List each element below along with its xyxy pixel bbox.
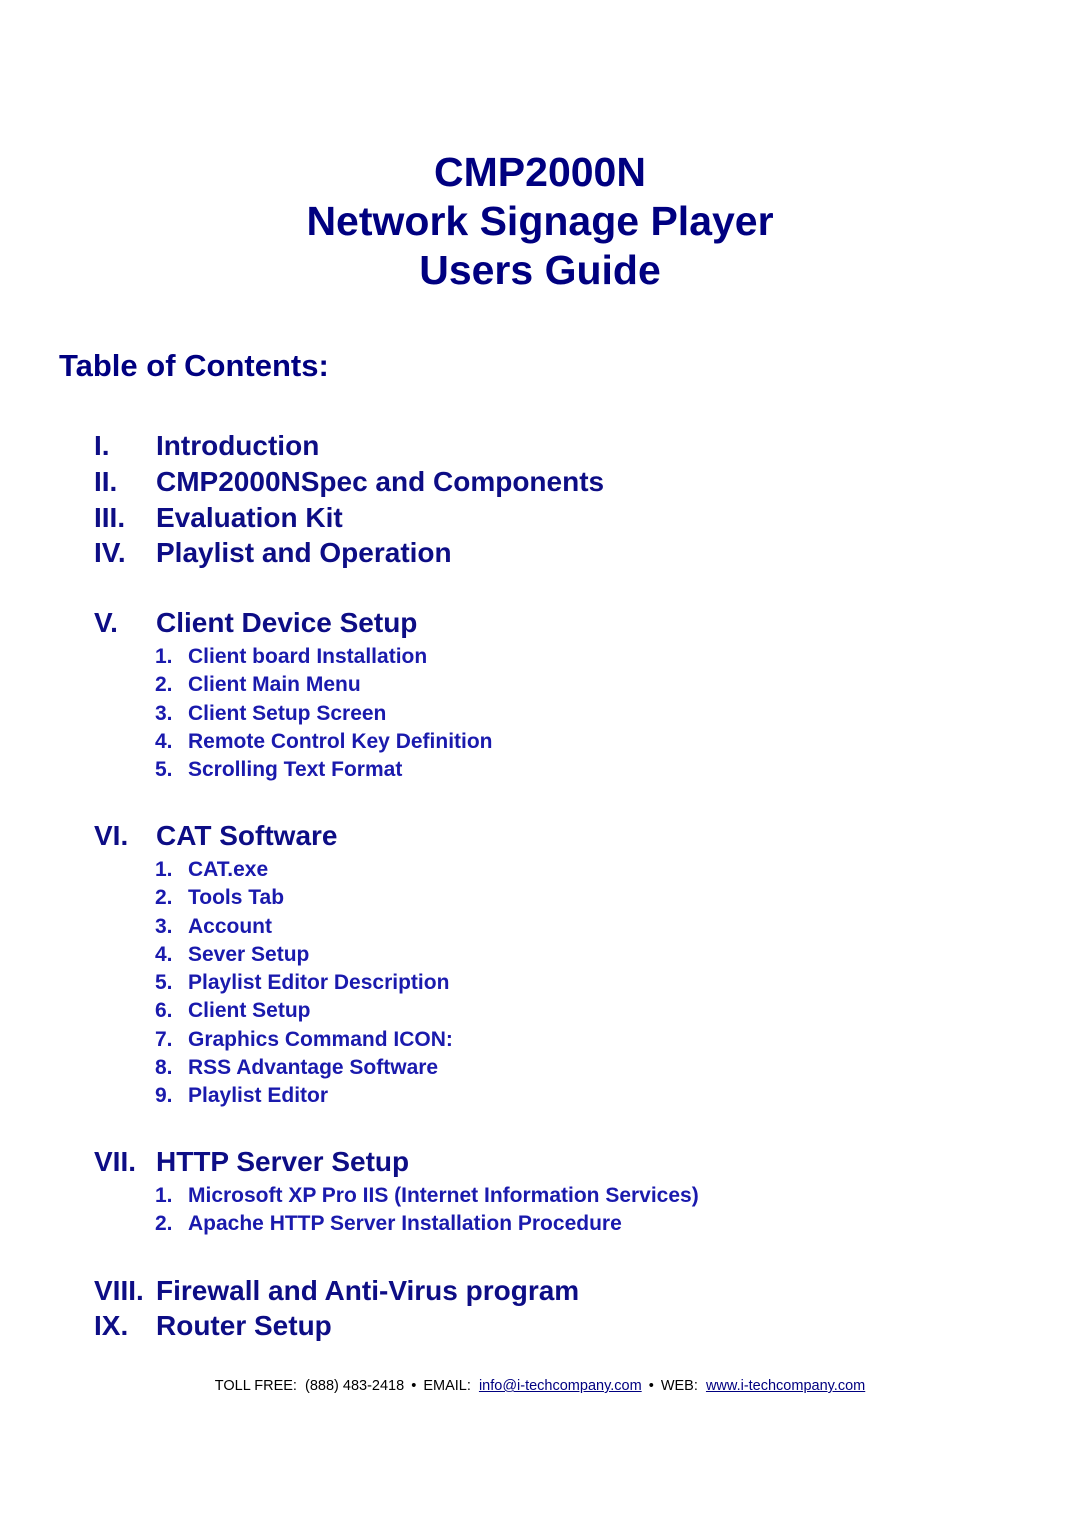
toc-section[interactable]: IX. Router Setup: [0, 1308, 1080, 1344]
toc-subitem[interactable]: 1. CAT.exe: [0, 856, 1080, 884]
toc-section-number: IV.: [94, 537, 126, 569]
document-title: CMP2000N Network Signage Player Users Gu…: [0, 148, 1080, 294]
toc-subitem-number: 2.: [155, 886, 173, 910]
toc-subitem-label: Client Main Menu: [188, 673, 361, 697]
toc-subitem[interactable]: 5. Scrolling Text Format: [0, 756, 1080, 784]
table-of-contents-list: I. Introduction II. CMP2000NSpec and Compon…: [0, 428, 1080, 1344]
toc-section-number: I.: [94, 430, 110, 461]
toc-subitem-label: Playlist Editor Description: [188, 971, 450, 995]
title-line-1: CMP2000N: [434, 149, 646, 195]
toc-subitem-list: 1. Client board Installation 2. Client Main…: [0, 643, 1080, 784]
toc-subitem-label: RSS Advantage Software: [188, 1055, 439, 1079]
toc-section-number: IX.: [94, 1310, 129, 1342]
toc-subitem-list: 1. Microsoft XP Pro IIS (Internet Informa…: [0, 1182, 1080, 1238]
toc-subitem-label: Graphics Command ICON:: [188, 1027, 453, 1051]
toc-section-label: Introduction: [156, 430, 320, 461]
toc-subitem-label: Remote Control Key Definition: [188, 729, 493, 753]
footer-toll-free-value: (888) 483-2418: [305, 1378, 405, 1394]
toc-subitem-number: 2.: [155, 1212, 173, 1236]
toc-spacer: [0, 784, 1080, 818]
toc-subitem[interactable]: 5. Playlist Editor Description: [0, 969, 1080, 997]
toc-spacer: [0, 1239, 1080, 1273]
toc-subitem-number: 1.: [155, 1184, 173, 1208]
toc-subitem-number: 2.: [155, 673, 173, 697]
title-line-3: Users Guide: [419, 246, 661, 293]
toc-spacer: [0, 571, 1080, 605]
toc-section-label: Firewall and Anti-Virus program: [156, 1274, 580, 1306]
footer-web-link[interactable]: www.i-techcompany.com: [706, 1378, 865, 1394]
page-footer: TOLL FREE: (888) 483-2418 • EMAIL: info@…: [0, 1378, 1080, 1394]
toc-subitem-number: 3.: [155, 914, 173, 938]
toc-subitem-number: 6.: [155, 999, 173, 1023]
toc-section-label: CAT Software: [156, 820, 338, 852]
footer-toll-free-label: TOLL FREE:: [214, 1378, 297, 1394]
toc-subitem-label: Client Setup: [188, 999, 311, 1023]
toc-subitem-number: 9.: [155, 1084, 173, 1108]
toc-subitem[interactable]: 8. RSS Advantage Software: [0, 1054, 1080, 1082]
toc-subitem[interactable]: 2. Tools Tab: [0, 884, 1080, 912]
toc-subitem-label: Tools Tab: [188, 886, 285, 910]
toc-subitem-label: Client board Installation: [188, 645, 428, 669]
toc-section[interactable]: I. Introduction: [0, 428, 1080, 464]
footer-web-label: WEB:: [660, 1378, 698, 1394]
toc-subitem[interactable]: 1. Microsoft XP Pro IIS (Internet Informa…: [0, 1182, 1080, 1210]
toc-subitem-number: 4.: [155, 729, 173, 753]
toc-subitem-number: 1.: [155, 858, 173, 882]
toc-section-number: V.: [94, 607, 118, 639]
toc-section-number: II.: [94, 465, 118, 497]
table-of-contents-heading: Table of Contents:: [59, 348, 329, 383]
toc-section[interactable]: VIII. Firewall and Anti-Virus program: [0, 1273, 1080, 1309]
toc-section[interactable]: VI. CAT Software: [0, 818, 1080, 854]
toc-subitem[interactable]: 2. Apache HTTP Server Installation Proced…: [0, 1210, 1080, 1238]
toc-subitem[interactable]: 3. Account: [0, 913, 1080, 941]
toc-subitem[interactable]: 3. Client Setup Screen: [0, 700, 1080, 728]
toc-subitem-label: Apache HTTP Server Installation Procedur…: [188, 1212, 622, 1236]
toc-section-label: Router Setup: [156, 1310, 332, 1342]
toc-subitem-label: Scrolling Text Format: [188, 758, 403, 782]
toc-subitem-list: 1. CAT.exe 2. Tools Tab 3. Account 4. Sever Set…: [0, 856, 1080, 1110]
toc-spacer: [0, 1110, 1080, 1144]
toc-section[interactable]: IV. Playlist and Operation: [0, 535, 1080, 571]
toc-section-number: VII.: [94, 1146, 137, 1178]
toc-section-label: Evaluation Kit: [156, 501, 343, 533]
toc-subitem-label: Sever Setup: [188, 942, 310, 966]
toc-subitem-number: 5.: [155, 971, 173, 995]
footer-separator-2: •: [648, 1378, 654, 1394]
toc-section-number: VI.: [94, 820, 129, 852]
toc-section-number: III.: [94, 501, 126, 533]
toc-section-label: HTTP Server Setup: [156, 1146, 410, 1178]
footer-email-label: EMAIL:: [423, 1378, 471, 1394]
toc-subitem-label: Account: [188, 914, 272, 938]
toc-subitem-number: 7.: [155, 1027, 173, 1051]
footer-email-link[interactable]: info@i-techcompany.com: [479, 1378, 642, 1394]
toc-subitem[interactable]: 7. Graphics Command ICON:: [0, 1026, 1080, 1054]
toc-subitem-label: Microsoft XP Pro IIS (Internet Informati…: [188, 1184, 699, 1208]
toc-subitem[interactable]: 9. Playlist Editor: [0, 1082, 1080, 1110]
toc-subitem-number: 1.: [155, 645, 173, 669]
toc-section-label: CMP2000NSpec and Components: [156, 465, 605, 497]
toc-subitem-label: Playlist Editor: [188, 1084, 329, 1108]
title-line-2: Network Signage Player: [306, 197, 774, 244]
toc-section[interactable]: VII. HTTP Server Setup: [0, 1144, 1080, 1180]
toc-section-number: VIII.: [94, 1274, 144, 1306]
toc-section-label: Playlist and Operation: [156, 537, 452, 569]
toc-subitem-number: 8.: [155, 1055, 173, 1079]
toc-subitem[interactable]: 4. Sever Setup: [0, 941, 1080, 969]
document-page: CMP2000N Network Signage Player Users Gu…: [0, 0, 1080, 1527]
toc-subitem-number: 5.: [155, 758, 173, 782]
toc-subitem-number: 3.: [155, 701, 173, 725]
toc-section[interactable]: II. CMP2000NSpec and Components: [0, 464, 1080, 500]
toc-subitem-label: CAT.exe: [188, 858, 269, 882]
toc-subitem[interactable]: 4. Remote Control Key Definition: [0, 728, 1080, 756]
footer-separator-1: •: [411, 1378, 417, 1394]
toc-section[interactable]: V. Client Device Setup: [0, 605, 1080, 641]
toc-subitem[interactable]: 1. Client board Installation: [0, 643, 1080, 671]
toc-subitem[interactable]: 6. Client Setup: [0, 997, 1080, 1025]
toc-section-label: Client Device Setup: [156, 607, 418, 639]
toc-subitem[interactable]: 2. Client Main Menu: [0, 671, 1080, 699]
toc-subitem-label: Client Setup Screen: [188, 701, 387, 725]
toc-section[interactable]: III. Evaluation Kit: [0, 500, 1080, 536]
toc-subitem-number: 4.: [155, 942, 173, 966]
